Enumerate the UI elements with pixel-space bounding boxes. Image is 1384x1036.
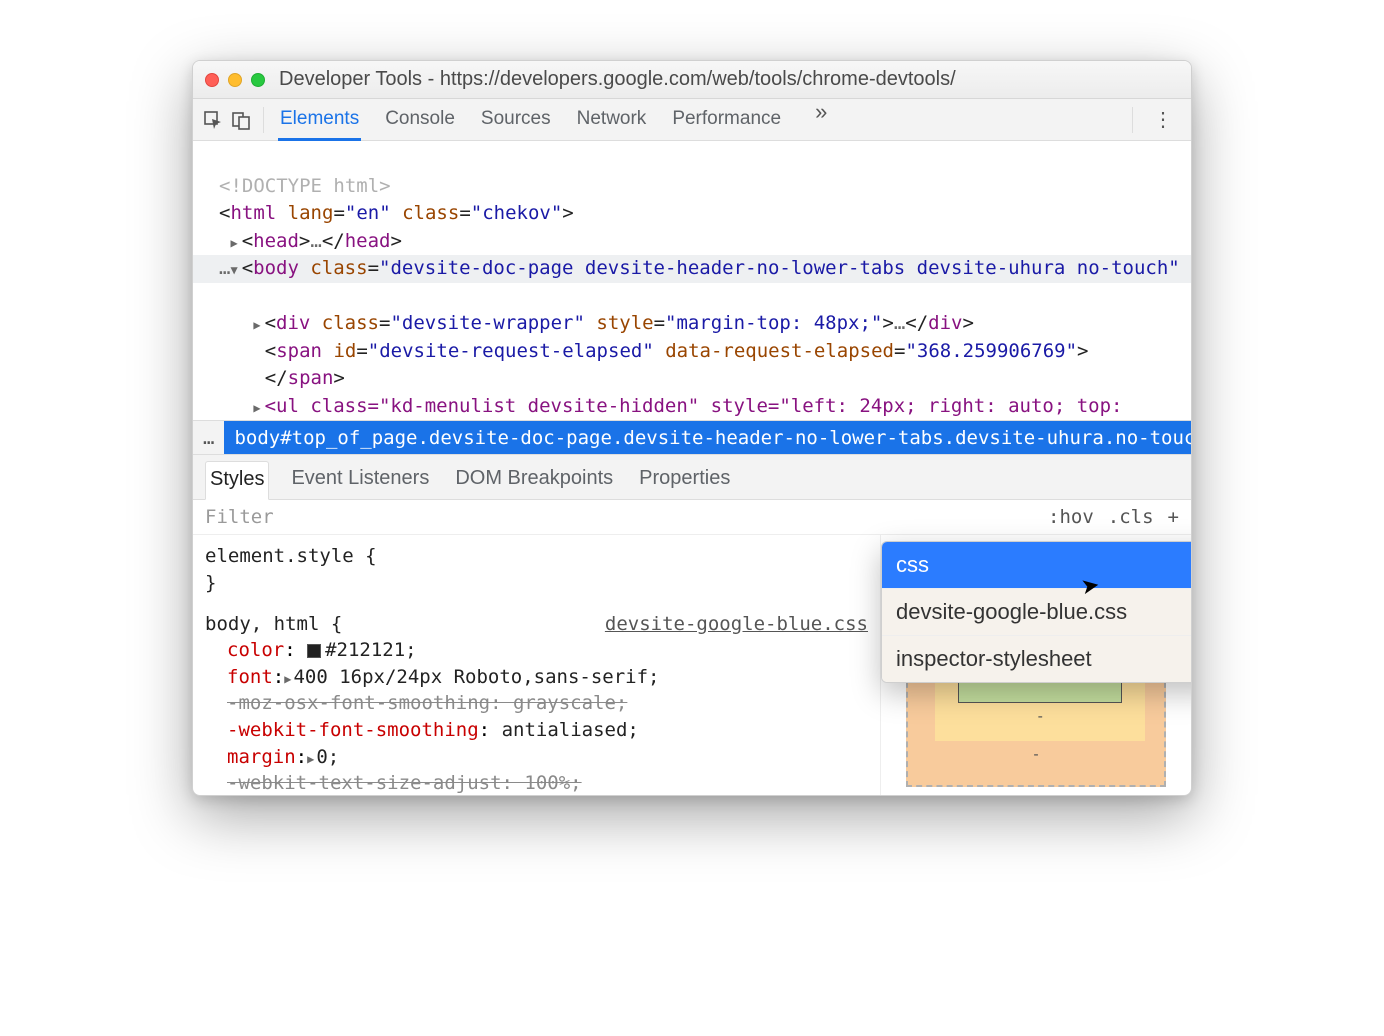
expand-triangle-icon[interactable]: [253, 395, 264, 417]
expand-triangle-icon[interactable]: [253, 312, 264, 334]
subtab-dom-breakpoints[interactable]: DOM Breakpoints: [451, 461, 617, 499]
prop-color[interactable]: color: #212121;: [205, 637, 868, 664]
close-window-button[interactable]: [205, 73, 219, 87]
window-controls: [205, 73, 265, 87]
border-bottom: -: [949, 707, 1131, 725]
collapse-triangle-icon[interactable]: [230, 257, 241, 279]
cls-toggle[interactable]: .cls: [1108, 506, 1154, 528]
hover-toggle[interactable]: :hov: [1048, 506, 1094, 528]
stylesheet-popup[interactable]: css devsite-google-blue.css inspector-st…: [881, 541, 1192, 683]
settings-menu-icon[interactable]: ⋮: [1141, 107, 1185, 132]
new-style-rule-button[interactable]: +: [1168, 506, 1179, 528]
prop-webkit-smoothing[interactable]: -webkit-font-smoothing: antialiased;: [205, 717, 868, 744]
dom-tree[interactable]: <!DOCTYPE html> <html lang="en" class="c…: [193, 141, 1191, 421]
sidebar-tabs: Styles Event Listeners DOM Breakpoints P…: [193, 455, 1191, 500]
device-toggle-icon[interactable]: [227, 110, 255, 130]
element-style-block[interactable]: element.style { }: [205, 543, 868, 596]
dom-doctype: <!DOCTYPE html>: [193, 175, 391, 197]
dom-html-open[interactable]: <html lang="en" class="chekov">: [193, 202, 574, 224]
body-html-rule[interactable]: devsite-google-blue.css body, html { col…: [205, 611, 868, 796]
expand-triangle-icon[interactable]: [230, 230, 241, 252]
zoom-window-button[interactable]: [251, 73, 265, 87]
dom-span-open[interactable]: <span id="devsite-request-elapsed" data-…: [193, 340, 1089, 362]
devtools-window: Developer Tools - https://developers.goo…: [192, 60, 1192, 796]
main-toolbar: Elements Console Sources Network Perform…: [193, 99, 1191, 141]
expand-triangle-icon[interactable]: [307, 746, 316, 768]
selector-text: element.style {: [205, 543, 868, 570]
toolbar-separator: [263, 107, 264, 133]
tab-performance[interactable]: Performance: [670, 99, 783, 140]
inspect-element-icon[interactable]: [199, 110, 227, 130]
dom-div-wrapper[interactable]: <div class="devsite-wrapper" style="marg…: [193, 312, 974, 334]
color-swatch-icon[interactable]: [307, 644, 321, 658]
popup-item-devsite[interactable]: devsite-google-blue.css: [882, 589, 1192, 636]
dom-body-selected[interactable]: …<body class="devsite-doc-page devsite-h…: [193, 255, 1191, 283]
style-rules[interactable]: element.style { } devsite-google-blue.cs…: [193, 535, 881, 795]
prop-webkit-adjust[interactable]: -webkit-text-size-adjust: 100%;: [205, 770, 868, 795]
popup-item-inspector[interactable]: inspector-stylesheet: [882, 636, 1192, 682]
dom-ul-cut[interactable]: <ul class="kd-menulist devsite-hidden" s…: [193, 395, 1123, 417]
subtab-styles[interactable]: Styles: [205, 461, 269, 500]
dom-span-close[interactable]: </span>: [193, 367, 345, 389]
toolbar-separator: [1132, 107, 1133, 133]
subtab-event-listeners[interactable]: Event Listeners: [287, 461, 433, 499]
subtab-properties[interactable]: Properties: [635, 461, 734, 499]
prop-font[interactable]: font:400 16px/24px Roboto,sans-serif;: [205, 664, 868, 691]
tab-network[interactable]: Network: [575, 99, 649, 140]
popup-item-css[interactable]: css: [882, 542, 1192, 589]
breadcrumb[interactable]: … body#top_of_page.devsite-doc-page.devs…: [193, 421, 1191, 455]
brace-close: }: [205, 570, 868, 597]
tab-console[interactable]: Console: [383, 99, 457, 140]
filter-input[interactable]: Filter: [205, 506, 1034, 528]
margin-bottom: -: [926, 745, 1146, 763]
tab-elements[interactable]: Elements: [278, 99, 361, 141]
styles-filter-row: Filter :hov .cls +: [193, 500, 1191, 535]
prop-moz-smoothing[interactable]: -moz-osx-font-smoothing: grayscale;: [205, 690, 868, 717]
minimize-window-button[interactable]: [228, 73, 242, 87]
more-tabs-button[interactable]: »: [805, 99, 837, 140]
tab-sources[interactable]: Sources: [479, 99, 553, 140]
breadcrumb-ellipsis[interactable]: …: [193, 427, 224, 449]
panel-tabs: Elements Console Sources Network Perform…: [272, 99, 1124, 140]
titlebar: Developer Tools - https://developers.goo…: [193, 61, 1191, 99]
prop-margin[interactable]: margin:0;: [205, 744, 868, 771]
window-title: Developer Tools - https://developers.goo…: [279, 68, 956, 91]
source-file-link[interactable]: devsite-google-blue.css: [605, 611, 868, 638]
breadcrumb-current[interactable]: body#top_of_page.devsite-doc-page.devsit…: [224, 421, 1191, 455]
dom-head[interactable]: <head>…</head>: [193, 230, 402, 252]
